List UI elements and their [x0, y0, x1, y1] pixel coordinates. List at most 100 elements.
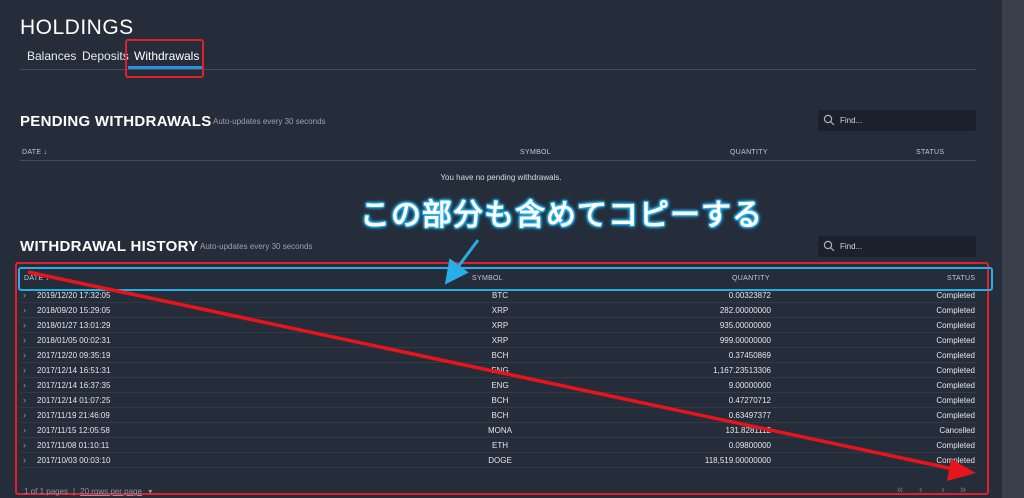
row-status: Completed — [936, 396, 975, 405]
row-symbol: MONA — [488, 426, 512, 435]
expand-chevron-icon[interactable]: › — [23, 440, 26, 450]
row-status: Completed — [936, 381, 975, 390]
last-page-icon[interactable]: » — [960, 484, 966, 496]
row-date: 2018/01/05 00:02:31 — [37, 336, 111, 345]
history-autoupdate-note: Auto-updates every 30 seconds — [200, 242, 313, 251]
row-symbol: BTC — [492, 291, 508, 300]
table-row[interactable]: › 2017/12/14 16:51:31 ENG 1,167.23513306 Com… — [20, 363, 976, 378]
expand-chevron-icon[interactable]: › — [23, 410, 26, 420]
table-row[interactable]: › 2017/12/14 16:37:35 ENG 9.00000000 Complet… — [20, 378, 976, 393]
expand-chevron-icon[interactable]: › — [23, 380, 26, 390]
scrollbar[interactable] — [1002, 0, 1024, 498]
pending-col-quantity[interactable]: QUANTITY — [730, 149, 768, 156]
row-quantity: 282.00000000 — [719, 306, 771, 315]
expand-chevron-icon[interactable]: › — [23, 320, 26, 330]
row-date: 2017/11/15 12:05:58 — [37, 426, 110, 435]
search-icon — [823, 114, 835, 126]
row-status: Completed — [936, 456, 975, 465]
table-row[interactable]: › 2017/11/19 21:46:09 BCH 0.63497377 Complet… — [20, 408, 976, 423]
row-date: 2017/11/19 21:46:09 — [37, 411, 110, 420]
row-status: Completed — [936, 441, 975, 450]
pending-col-status[interactable]: STATUS — [916, 149, 944, 156]
row-quantity: 1,167.23513306 — [713, 366, 771, 375]
expand-chevron-icon[interactable]: › — [23, 365, 26, 375]
pending-withdrawals-title: PENDING WITHDRAWALS — [20, 113, 212, 130]
first-page-icon[interactable]: « — [897, 484, 903, 496]
row-status: Completed — [936, 336, 975, 345]
row-quantity: 0.63497377 — [728, 411, 771, 420]
row-symbol: BCH — [491, 351, 509, 360]
row-date: 2019/12/20 17:32:05 — [37, 291, 111, 300]
row-quantity: 118,519.00000000 — [704, 456, 771, 465]
expand-chevron-icon[interactable]: › — [23, 395, 26, 405]
pending-col-date[interactable]: DATE ↓ — [22, 149, 47, 156]
row-quantity: 0.37450869 — [728, 351, 771, 360]
pending-empty-message: You have no pending withdrawals. — [440, 173, 562, 182]
prev-page-icon[interactable]: ‹ — [919, 484, 923, 496]
history-search-input[interactable] — [840, 239, 970, 254]
row-symbol: XRP — [491, 321, 509, 330]
pending-col-symbol[interactable]: SYMBOL — [520, 149, 551, 156]
row-quantity: 935.00000000 — [719, 321, 771, 330]
sort-down-icon: ↓ — [43, 149, 48, 156]
row-date: 2017/10/03 00:03:10 — [37, 456, 111, 465]
table-row[interactable]: › 2018/09/20 15:29:05 XRP 282.00000000 Compl… — [20, 303, 976, 318]
row-symbol: BCH — [491, 396, 509, 405]
pending-header-divider — [20, 160, 976, 161]
expand-chevron-icon[interactable]: › — [23, 455, 26, 465]
page-title: HOLDINGS — [20, 16, 134, 39]
next-page-icon[interactable]: › — [941, 484, 945, 496]
table-row[interactable]: › 2019/12/20 17:32:05 BTC 0.00323872 Complet… — [20, 288, 976, 303]
row-date: 2017/12/14 16:51:31 — [37, 366, 111, 375]
row-symbol: ENG — [491, 366, 509, 375]
row-status: Completed — [936, 351, 975, 360]
tab-deposits[interactable]: Deposits — [82, 49, 129, 63]
search-icon — [823, 240, 835, 252]
table-row[interactable]: › 2018/01/05 00:02:31 XRP 999.00000000 Compl… — [20, 333, 976, 348]
row-status: Cancelled — [939, 426, 975, 435]
row-quantity: 0.09800000 — [728, 441, 771, 450]
row-status: Completed — [936, 366, 975, 375]
table-row[interactable]: › 2018/01/27 13:01:29 XRP 935.00000000 Compl… — [20, 318, 976, 333]
row-symbol: ENG — [491, 381, 509, 390]
row-date: 2017/12/20 09:35:19 — [37, 351, 111, 360]
pending-search-box — [818, 110, 976, 131]
row-status: Completed — [936, 306, 975, 315]
row-quantity: 131.8281112 — [725, 426, 771, 435]
row-status: Completed — [936, 321, 975, 330]
row-quantity: 9.00000000 — [728, 381, 771, 390]
pagination-separator: | — [73, 487, 76, 496]
row-symbol: DOGE — [488, 456, 512, 465]
row-symbol: BCH — [491, 411, 509, 420]
dropdown-arrow-icon[interactable]: ▾ — [148, 487, 152, 496]
rows-per-page-select[interactable]: 20 rows per page — [80, 487, 142, 496]
expand-chevron-icon[interactable]: › — [23, 290, 26, 300]
page-count: 1 of 1 pages — [24, 487, 69, 496]
row-date: 2018/01/27 13:01:29 — [37, 321, 111, 330]
row-quantity: 999.00000000 — [719, 336, 771, 345]
expand-chevron-icon[interactable]: › — [23, 335, 26, 345]
row-date: 2018/09/20 15:29:05 — [37, 306, 111, 315]
table-row[interactable]: › 2017/11/08 01:10:11 ETH 0.09800000 Complet… — [20, 438, 976, 453]
withdrawal-history-title: WITHDRAWAL HISTORY — [20, 238, 199, 255]
row-date: 2017/12/14 01:07:25 — [37, 396, 111, 405]
table-row[interactable]: › 2017/12/20 09:35:19 BCH 0.37450869 Complet… — [20, 348, 976, 363]
row-status: Completed — [936, 411, 975, 420]
pagination-info: 1 of 1 pages | 20 rows per page ▾ — [24, 487, 152, 496]
row-quantity: 0.47270712 — [728, 396, 771, 405]
row-status: Completed — [936, 291, 975, 300]
table-row[interactable]: › 2017/11/15 12:05:58 MONA 131.8281112 Cance… — [20, 423, 976, 438]
tab-balances[interactable]: Balances — [27, 49, 76, 63]
row-symbol: XRP — [491, 336, 509, 345]
table-row[interactable]: › 2017/10/03 00:03:10 DOGE 118,519.00000000… — [20, 453, 976, 468]
history-rows: › 2019/12/20 17:32:05 BTC 0.00323872 Complet… — [20, 288, 976, 468]
table-row[interactable]: › 2017/12/14 01:07:25 BCH 0.47270712 Complet… — [20, 393, 976, 408]
copy-instruction-annotation: この部分も含めてコピーする — [360, 199, 763, 232]
row-quantity: 0.00323872 — [728, 291, 771, 300]
expand-chevron-icon[interactable]: › — [23, 350, 26, 360]
expand-chevron-icon[interactable]: › — [23, 425, 26, 435]
pending-autoupdate-note: Auto-updates every 30 seconds — [213, 117, 326, 126]
row-date: 2017/11/08 01:10:11 — [37, 441, 110, 450]
pending-search-input[interactable] — [840, 113, 970, 128]
expand-chevron-icon[interactable]: › — [23, 305, 26, 315]
